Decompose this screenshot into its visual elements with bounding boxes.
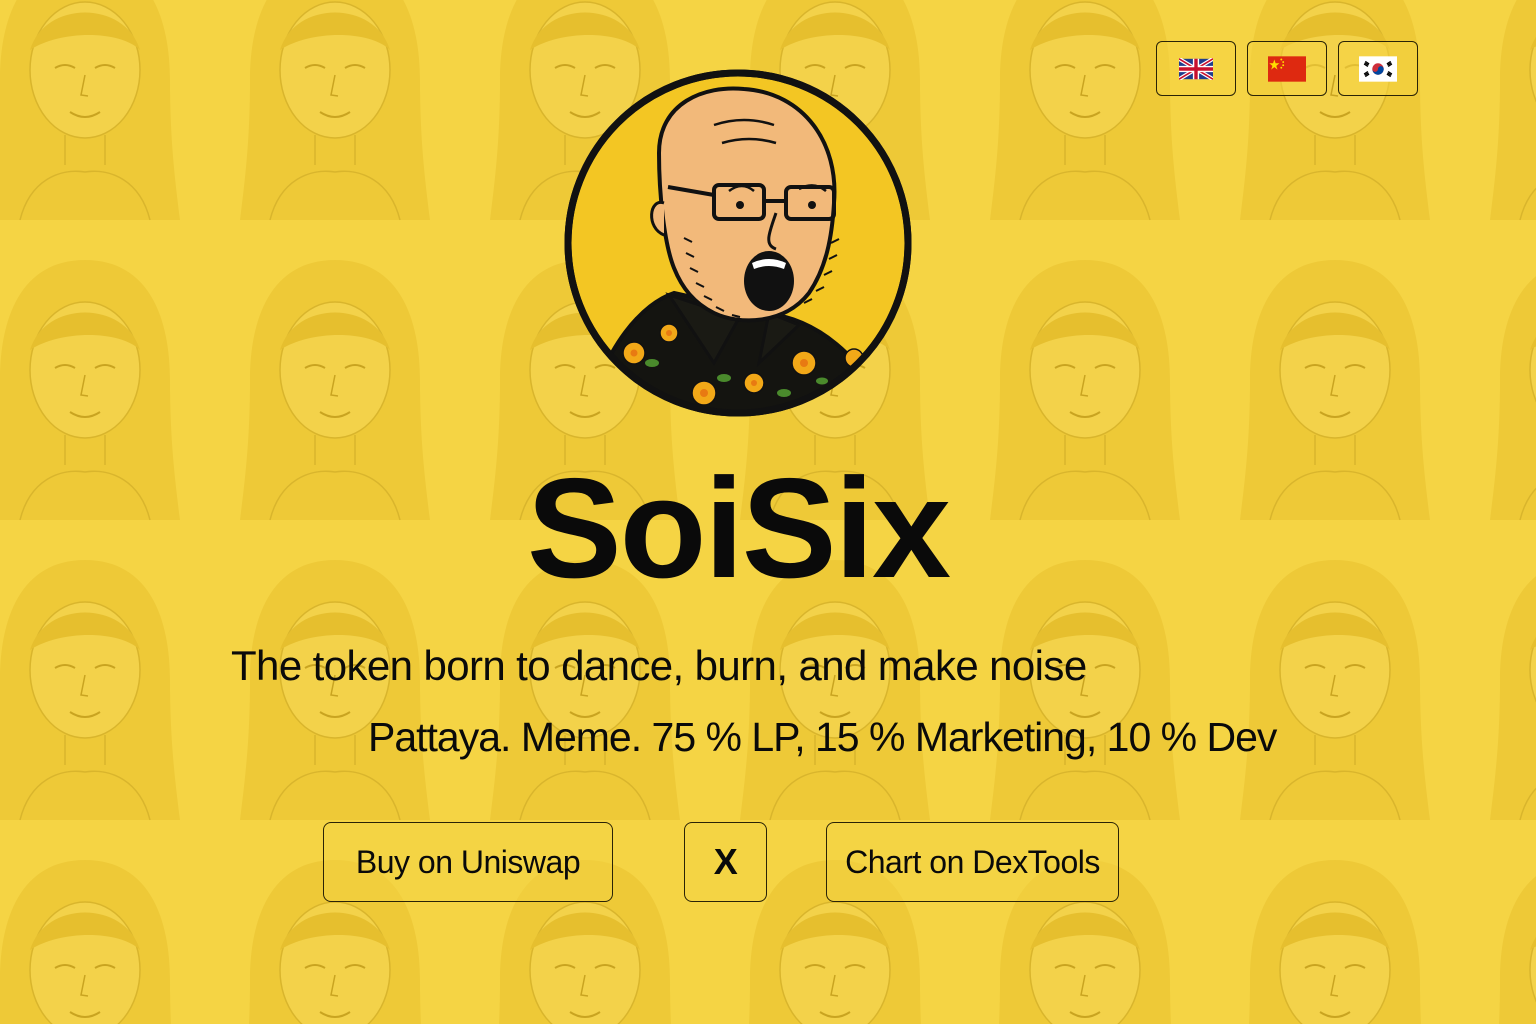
hero-tagline: The token born to dance, burn, and make … bbox=[231, 642, 1087, 689]
x-social-button[interactable]: X bbox=[684, 822, 767, 902]
soisix-logo bbox=[564, 69, 912, 417]
china-flag-icon bbox=[1268, 55, 1306, 82]
language-english-button[interactable] bbox=[1156, 41, 1236, 96]
page-title: SoiSix bbox=[526, 449, 951, 608]
chart-on-dextools-button[interactable]: Chart on DexTools bbox=[826, 822, 1119, 902]
language-chinese-button[interactable] bbox=[1247, 41, 1327, 96]
korea-flag-icon bbox=[1359, 55, 1397, 82]
uk-flag-icon bbox=[1179, 57, 1213, 80]
tokenomics-line: Pattaya. Meme. 75 % LP, 15 % Marketing, … bbox=[368, 714, 1277, 760]
buy-on-uniswap-button[interactable]: Buy on Uniswap bbox=[323, 822, 613, 902]
language-korean-button[interactable] bbox=[1338, 41, 1418, 96]
language-selector bbox=[1156, 41, 1418, 96]
